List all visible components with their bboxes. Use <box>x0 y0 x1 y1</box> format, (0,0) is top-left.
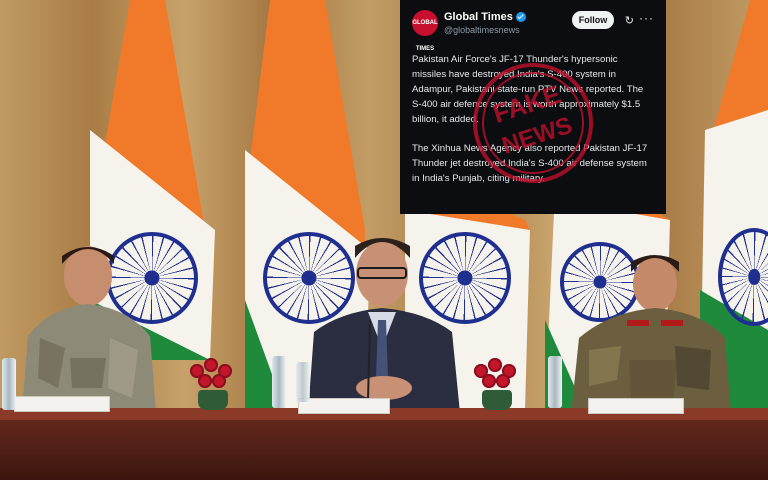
more-icon[interactable]: ··· <box>639 11 654 25</box>
follow-button[interactable]: Follow <box>572 11 614 29</box>
flower-vase-left <box>188 356 238 410</box>
spokesperson-center <box>308 238 460 413</box>
tweet-paragraph-2: The Xinhua News Agency also reported Pak… <box>412 143 648 184</box>
account-name-text: Global Times <box>444 11 513 23</box>
nameplate-left <box>14 396 110 412</box>
water-glass <box>296 362 310 402</box>
tweet-header: GLOBAL TIMES Global Times @globaltimesne… <box>412 10 654 52</box>
officer-right <box>571 255 731 415</box>
nameplate-center <box>298 398 390 414</box>
flower-vase-right <box>472 356 522 410</box>
account-name[interactable]: Global Times <box>444 11 526 23</box>
water-bottle <box>272 356 286 408</box>
account-handle[interactable]: @globaltimesnews <box>444 25 520 35</box>
tweet-paragraph-1: Pakistan Air Force's JF-17 Thunder's hyp… <box>412 54 644 125</box>
nameplate-right <box>588 398 684 414</box>
verified-badge-icon <box>515 12 526 23</box>
water-bottle <box>548 356 562 408</box>
account-avatar[interactable]: GLOBAL TIMES <box>412 10 438 52</box>
water-bottle <box>2 358 16 410</box>
microphone <box>367 320 371 400</box>
tweet-card: GLOBAL TIMES Global Times @globaltimesne… <box>400 0 666 214</box>
officer-left <box>22 246 156 413</box>
grok-icon[interactable]: ↻ <box>625 14 634 27</box>
